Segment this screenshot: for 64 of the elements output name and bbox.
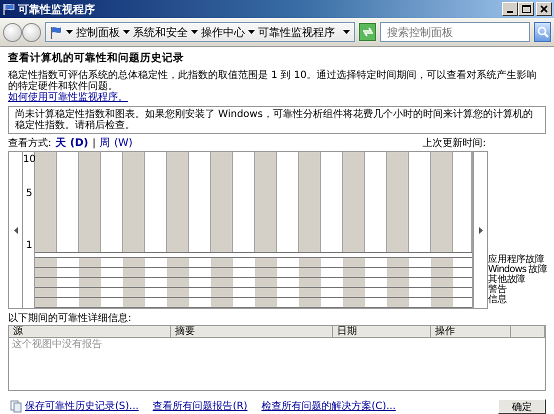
flag-icon <box>3 3 15 15</box>
axis-label: 10 <box>23 154 36 165</box>
page-heading: 查看计算机的可靠性和问题历史记录 <box>8 53 185 64</box>
view-label: 查看方式: <box>8 138 52 149</box>
dropdown-arrow-icon[interactable] <box>343 30 350 34</box>
row-label: 其他故障 <box>488 275 527 285</box>
chart-column[interactable] <box>255 152 277 252</box>
row-label: Windows 故障 <box>488 265 546 275</box>
row-label: 应用程序故障 <box>488 255 544 265</box>
chart-column[interactable] <box>211 152 233 252</box>
chart-column[interactable] <box>79 152 101 252</box>
dropdown-arrow-icon[interactable] <box>248 30 255 34</box>
last-updated-label: 上次更新时间: <box>422 138 486 149</box>
scroll-left-icon[interactable] <box>14 226 18 234</box>
address-bar[interactable]: 控制面板 系统和安全 操作中心 可靠性监视程序 <box>45 22 355 42</box>
breadcrumb-item[interactable]: 可靠性监视程序 <box>258 24 335 40</box>
breadcrumb-item[interactable]: 控制面板 <box>76 24 120 40</box>
details-label: 以下期间的可靠性详细信息: <box>8 313 132 324</box>
dropdown-arrow-icon[interactable] <box>66 30 73 34</box>
view-option-tab[interactable]: 周 (W) <box>100 138 133 149</box>
column-header[interactable]: 操作 <box>431 326 511 338</box>
chart-column[interactable] <box>299 152 321 252</box>
footer-link[interactable]: 检查所有问题的解决方案(C)... <box>261 401 396 412</box>
axis-label: 1 <box>26 240 32 251</box>
close-icon <box>540 5 548 13</box>
help-link[interactable]: 如何使用可靠性监视程序。 <box>8 92 128 103</box>
axis-label: 5 <box>26 188 32 199</box>
maximize-icon <box>522 5 530 13</box>
chart-column[interactable] <box>35 152 57 252</box>
row-label: 信息 <box>488 295 508 305</box>
empty-message: 这个视图中没有报告 <box>11 338 103 351</box>
window-title: 可靠性监视程序 <box>18 2 96 16</box>
footer-link[interactable]: 保存可靠性历史记录(S)... <box>25 401 139 412</box>
forward-button[interactable] <box>22 22 41 42</box>
dropdown-arrow-icon[interactable] <box>123 30 130 34</box>
chart-column[interactable] <box>123 152 145 252</box>
close-button[interactable] <box>536 2 552 16</box>
chart-column[interactable] <box>167 152 189 252</box>
back-button[interactable] <box>3 22 22 42</box>
refresh-button[interactable] <box>359 23 376 41</box>
dropdown-arrow-icon[interactable] <box>191 30 198 34</box>
view-option-tab[interactable]: 天 (D) <box>55 138 88 149</box>
search-button[interactable] <box>534 22 551 42</box>
chart-column[interactable] <box>343 152 365 252</box>
search-field[interactable]: 搜索控制面板 <box>380 22 530 42</box>
flag-icon <box>50 26 62 38</box>
ok-button[interactable]: 确定 <box>498 399 546 414</box>
separator: | <box>92 138 96 149</box>
refresh-arrows-icon <box>360 27 374 37</box>
column-header[interactable]: 源 <box>9 326 171 338</box>
notice-text: 尚未计算稳定性指数和图表。如果您刚安装了 Windows，可靠性分析组件将花费几个小时的时间来计算您的计算机的稳定性指数。请稍后检查。 <box>8 106 546 134</box>
description-text: 稳定性指数可评估系统的总体稳定性，此指数的取值范围是 1 到 10。通过选择特定时间期间，可以查看对系统产生影响的特定硬件和软件问题。 <box>8 70 538 92</box>
breadcrumb-item[interactable]: 操作中心 <box>201 24 245 40</box>
scroll-right-icon[interactable] <box>478 226 482 234</box>
chart-column[interactable] <box>431 152 453 252</box>
breadcrumb-item[interactable]: 系统和安全 <box>133 24 188 40</box>
column-header[interactable]: 日期 <box>333 326 431 338</box>
column-header[interactable]: 摘要 <box>171 326 333 338</box>
row-label: 警告 <box>488 285 508 295</box>
footer-link[interactable]: 查看所有问题报告(R) <box>152 401 248 412</box>
minimize-button[interactable] <box>502 2 518 16</box>
maximize-button[interactable] <box>518 2 534 16</box>
search-icon <box>536 26 548 38</box>
chart-column[interactable] <box>387 152 409 252</box>
